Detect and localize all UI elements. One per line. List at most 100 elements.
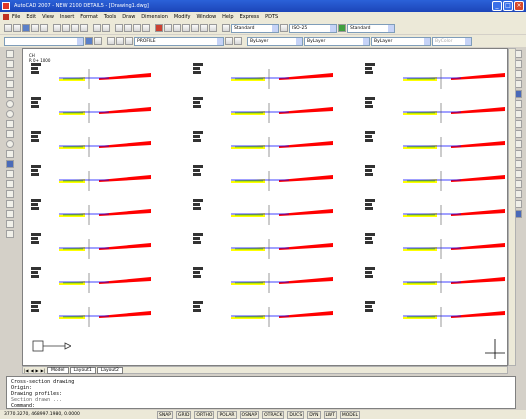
calculator-icon[interactable]: [200, 24, 208, 32]
vertical-scrollbar[interactable]: [508, 48, 516, 366]
zoom-previous-icon[interactable]: [142, 24, 150, 32]
circle-icon[interactable]: [6, 110, 14, 118]
layer-select[interactable]: PROFILE: [134, 36, 224, 46]
undo-icon[interactable]: [93, 24, 101, 32]
linetype-select[interactable]: ByLayer: [304, 36, 370, 46]
status-toggle-model[interactable]: MODEL: [339, 411, 361, 419]
plot-preview-icon[interactable]: [40, 24, 48, 32]
point-icon[interactable]: [6, 180, 14, 188]
menu-item-edit[interactable]: Edit: [26, 12, 36, 22]
polygon-icon[interactable]: [6, 80, 14, 88]
make-block-icon[interactable]: [6, 170, 14, 178]
layer-previous-icon[interactable]: [234, 37, 242, 45]
ellipse-icon[interactable]: [6, 140, 14, 148]
tab-model[interactable]: Model: [47, 366, 69, 374]
spline-icon[interactable]: [6, 130, 14, 138]
menu-item-tools[interactable]: Tools: [104, 12, 116, 22]
layer-on-icon[interactable]: [107, 37, 115, 45]
pan-icon[interactable]: [115, 24, 123, 32]
section-profile: [59, 137, 151, 157]
menu-item-pdts[interactable]: PDTS: [265, 12, 278, 22]
table-style-select[interactable]: Standard: [347, 23, 395, 33]
status-toggle-osnap[interactable]: OSNAP: [239, 411, 260, 419]
section-profile: [231, 69, 333, 89]
tab-layout2[interactable]: Layout2: [96, 366, 123, 374]
status-toggle-dyn[interactable]: DYN: [307, 411, 321, 419]
menu-item-file[interactable]: File: [12, 12, 20, 22]
polyline-icon[interactable]: [6, 70, 14, 78]
workspace-select[interactable]: [4, 36, 84, 46]
menu-item-view[interactable]: View: [42, 12, 54, 22]
status-toggle-lwt[interactable]: LWT: [323, 411, 337, 419]
minimize-button[interactable]: _: [492, 1, 502, 11]
tool-palettes-icon[interactable]: [173, 24, 181, 32]
plot-style-select[interactable]: ByColor: [432, 36, 472, 46]
color-select[interactable]: ByLayer: [247, 36, 303, 46]
help-icon[interactable]: [209, 24, 217, 32]
insert-block-icon[interactable]: [6, 160, 14, 168]
region-icon[interactable]: [6, 210, 14, 218]
status-toggle-polar[interactable]: POLAR: [217, 411, 237, 419]
match-properties-icon[interactable]: [80, 24, 88, 32]
maximize-button[interactable]: □: [503, 1, 513, 11]
revision-cloud-icon[interactable]: [6, 120, 14, 128]
construction-line-icon[interactable]: [6, 60, 14, 68]
drawing-canvas[interactable]: CH R 0+ 1000: [22, 48, 508, 366]
table-icon[interactable]: [6, 220, 14, 228]
open-icon[interactable]: [13, 24, 21, 32]
rectangle-icon[interactable]: [6, 90, 14, 98]
menu-item-modify[interactable]: Modify: [174, 12, 191, 22]
make-current-icon[interactable]: [225, 37, 233, 45]
menu-item-express[interactable]: Express: [240, 12, 260, 22]
save-icon[interactable]: [22, 24, 30, 32]
status-toggle-snap[interactable]: SNAP: [157, 411, 174, 419]
table-style-icon[interactable]: [338, 24, 346, 32]
menu-item-draw[interactable]: Draw: [122, 12, 135, 22]
tab-layout1[interactable]: Layout1: [69, 366, 96, 374]
close-button[interactable]: ×: [514, 1, 524, 11]
document-icon[interactable]: [3, 14, 9, 20]
zoom-realtime-icon[interactable]: [124, 24, 132, 32]
layer-state-icon[interactable]: [94, 37, 102, 45]
ellipse-arc-icon[interactable]: [6, 150, 14, 158]
zoom-window-icon[interactable]: [133, 24, 141, 32]
dim-style-select[interactable]: ISO-25: [289, 23, 337, 33]
status-toggle-otrack[interactable]: OTRACK: [262, 411, 285, 419]
plot-icon[interactable]: [31, 24, 39, 32]
hatch-icon[interactable]: [6, 190, 14, 198]
text-style-select[interactable]: Standard: [231, 23, 279, 33]
layer-freeze-icon[interactable]: [116, 37, 124, 45]
status-toggle-ducs[interactable]: DUCS: [287, 411, 305, 419]
multiline-text-icon[interactable]: [6, 230, 14, 238]
dim-style-icon[interactable]: [280, 24, 288, 32]
paste-icon[interactable]: [71, 24, 79, 32]
layer-manager-icon[interactable]: [85, 37, 93, 45]
status-toggle-grid[interactable]: GRID: [176, 411, 192, 419]
lineweight-select[interactable]: ByLayer: [371, 36, 431, 46]
menu-item-help[interactable]: Help: [222, 12, 233, 22]
command-window[interactable]: Cross-section drawing Origin: Drawing pr…: [6, 376, 516, 409]
layer-lock-icon[interactable]: [125, 37, 133, 45]
design-center-icon[interactable]: [164, 24, 172, 32]
menu-item-dimension[interactable]: Dimension: [141, 12, 168, 22]
cross-section: [193, 165, 333, 195]
copy-icon[interactable]: [62, 24, 70, 32]
line-icon[interactable]: [6, 50, 14, 58]
tab-last-icon[interactable]: ▶|: [40, 368, 46, 373]
cross-section: [365, 165, 505, 195]
menu-item-window[interactable]: Window: [196, 12, 216, 22]
cut-icon[interactable]: [53, 24, 61, 32]
new-icon[interactable]: [4, 24, 12, 32]
menu-item-insert[interactable]: Insert: [60, 12, 74, 22]
redo-icon[interactable]: [102, 24, 110, 32]
status-toggle-ortho[interactable]: ORTHO: [194, 411, 215, 419]
gradient-icon[interactable]: [6, 200, 14, 208]
properties-icon[interactable]: [155, 24, 163, 32]
command-prompt[interactable]: Command:: [11, 403, 511, 409]
text-style-icon[interactable]: [222, 24, 230, 32]
menu-item-format[interactable]: Format: [80, 12, 98, 22]
cursor-crosshair-icon: [485, 339, 505, 359]
sheet-set-icon[interactable]: [182, 24, 190, 32]
markup-icon[interactable]: [191, 24, 199, 32]
arc-icon[interactable]: [6, 100, 14, 108]
